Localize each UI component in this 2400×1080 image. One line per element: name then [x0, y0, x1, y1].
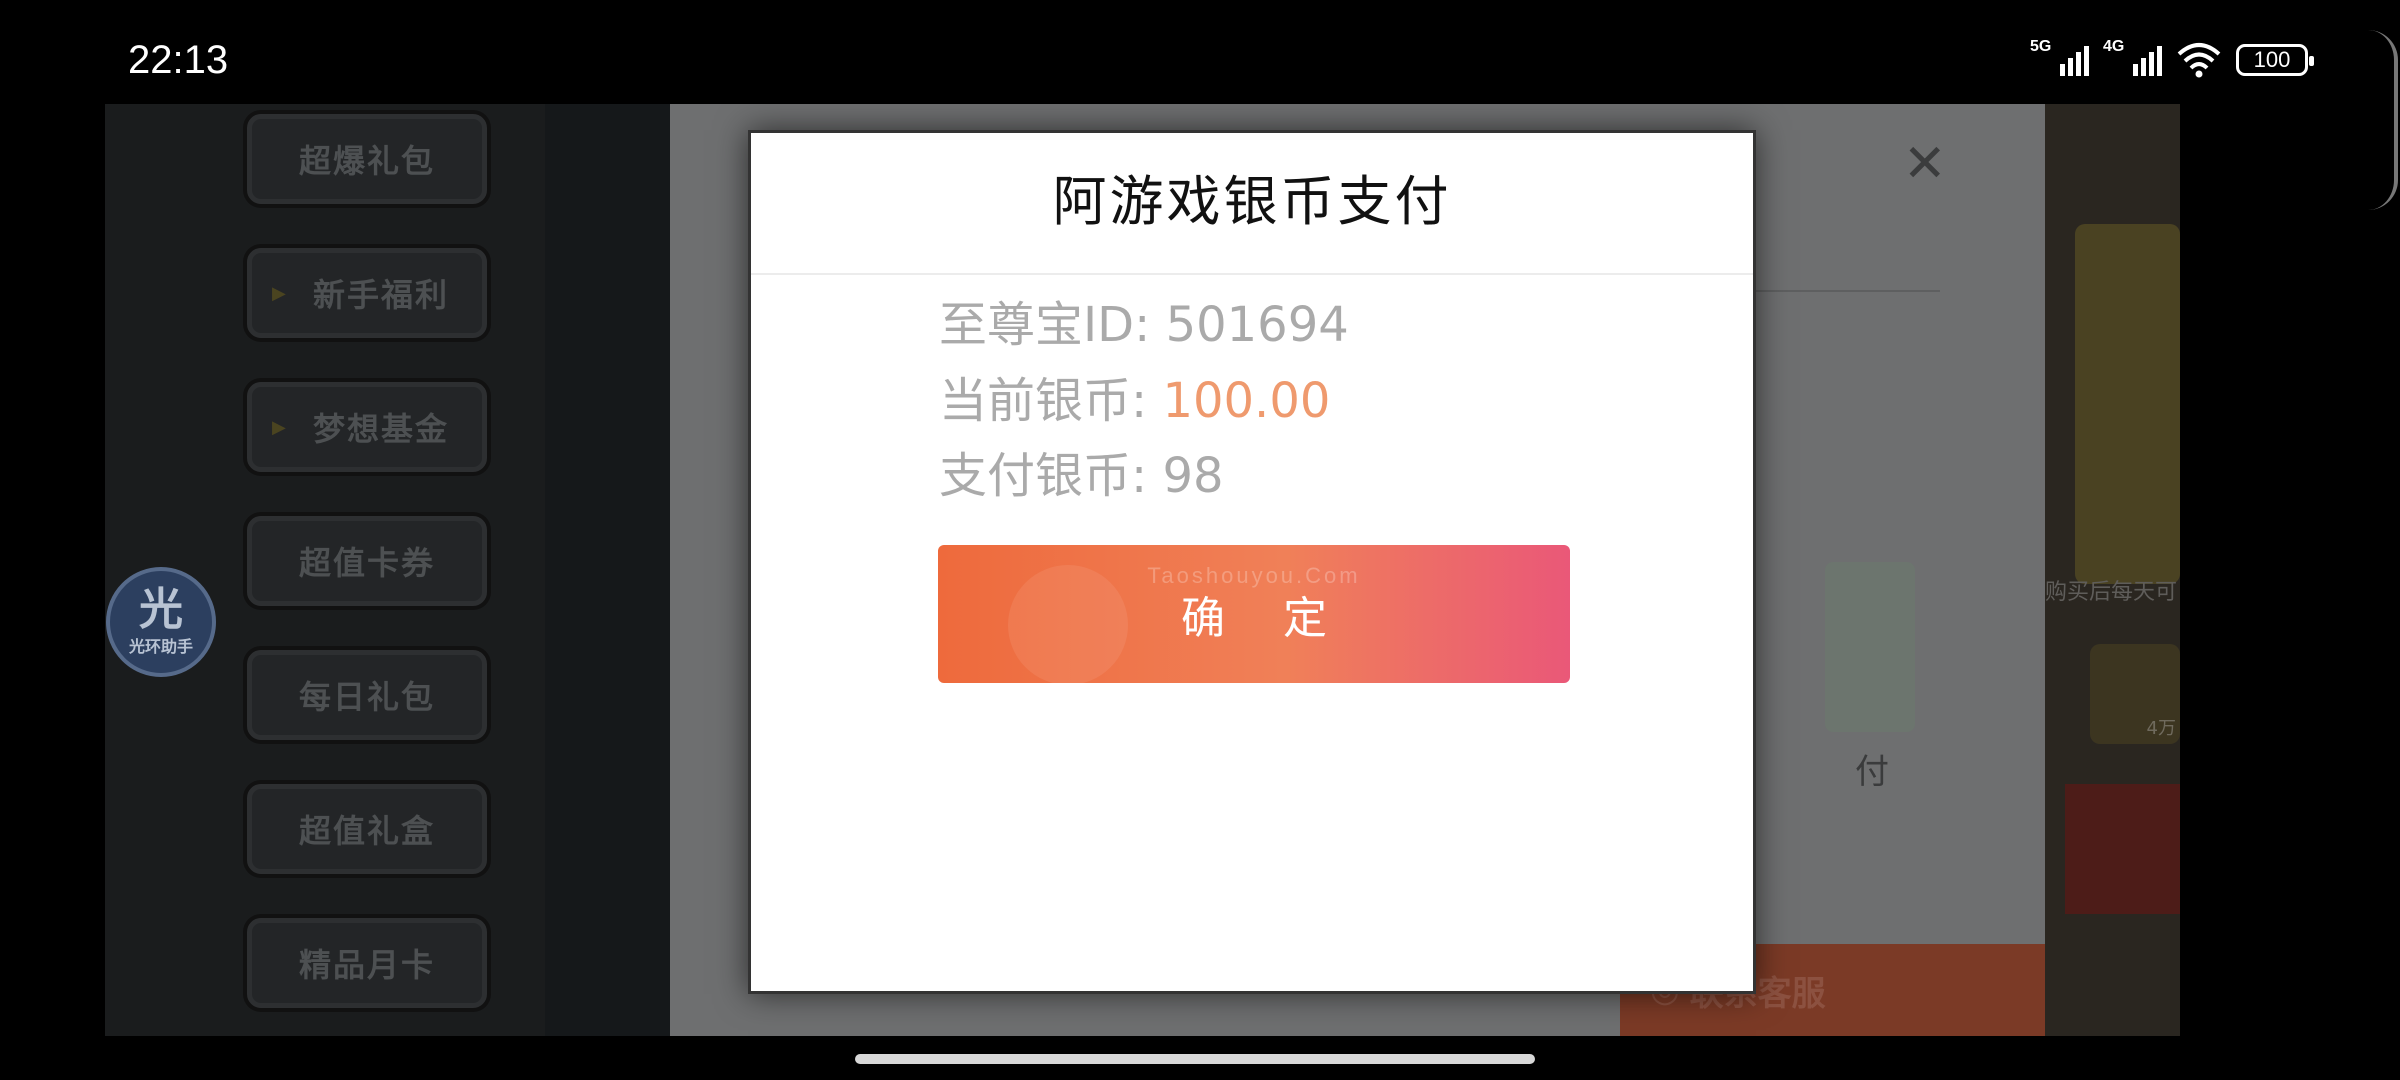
side-menu-label: 超值卡券	[298, 544, 435, 582]
coin-count: 4万	[2146, 718, 2176, 739]
arrow-right-icon: ▶	[272, 416, 288, 438]
balance-label: 当前银币:	[939, 373, 1163, 429]
divider	[751, 273, 1753, 275]
side-menu-item-monthly-card[interactable]: 精品月卡	[247, 918, 487, 1008]
dialog-title: 阿游戏银币支付	[1052, 170, 1452, 233]
account-id-row: 至尊宝ID: 501694	[939, 285, 1349, 355]
helper-logo-icon: 光	[139, 584, 183, 635]
payment-option-label: 付	[1855, 752, 1889, 792]
side-menu-label: 每日礼包	[298, 678, 435, 716]
side-menu-label: 精品月卡	[298, 946, 435, 984]
side-menu-item-super-pack[interactable]: 超爆礼包	[247, 114, 487, 204]
payment-amount-label: 支付银币:	[939, 448, 1163, 504]
side-menu-label: 超值礼盒	[298, 812, 435, 850]
battery-level: 100	[2253, 47, 2291, 72]
side-menu-item-newbie[interactable]: ▶ 新手福利	[247, 248, 487, 338]
payment-amount-row: 支付银币: 98	[939, 436, 1224, 506]
balance-value: 100.00	[1162, 373, 1331, 429]
side-menu-item-dream-fund[interactable]: ▶ 梦想基金	[247, 382, 487, 472]
close-icon[interactable]: ✕	[1903, 134, 1947, 194]
promo-caption: 购买后每天可	[2045, 580, 2178, 605]
cellular-5g-icon: 5G	[2030, 38, 2089, 76]
promo-card-image	[2075, 224, 2180, 584]
status-time: 22:13	[128, 38, 229, 82]
arrow-right-icon: ▶	[272, 282, 288, 304]
status-icons: 5G 4G 100	[2030, 38, 2314, 78]
side-menu-label: 梦想基金	[312, 410, 449, 448]
payment-option-tile[interactable]	[1825, 562, 1915, 732]
side-menu-label: 新手福利	[312, 276, 449, 314]
account-id-value: 501694	[1165, 297, 1349, 353]
battery-icon: 100	[2236, 44, 2314, 76]
side-menu-label: 超爆礼包	[298, 142, 435, 180]
promo-panel: 购买后每天可 4万	[2045, 104, 2180, 1036]
network-label-4g: 4G	[2103, 38, 2125, 55]
edge-scroll-indicator	[2368, 30, 2398, 210]
account-id-label: 至尊宝ID:	[939, 297, 1166, 353]
confirm-button-label: 确 定	[1181, 593, 1349, 644]
silver-coin-payment-dialog: 阿游戏银币支付 至尊宝ID: 501694 当前银币: 100.00 支付银币:…	[748, 130, 1756, 994]
side-menu-item-daily-pack[interactable]: 每日礼包	[247, 650, 487, 740]
payment-amount-value: 98	[1162, 448, 1224, 504]
screen: 22:13 5G 4G 100 超爆礼包 ▶ 新手福利 ▶ 梦想基金 超值卡券 每日…	[0, 0, 2400, 1080]
wifi-icon	[2177, 43, 2221, 78]
cellular-4g-icon: 4G	[2103, 38, 2162, 76]
helper-label: 光环助手	[128, 637, 193, 656]
confirm-button[interactable]: Taoshouyou.Com 确 定	[938, 545, 1570, 683]
side-menu-item-coupons[interactable]: 超值卡券	[247, 516, 487, 606]
coin-reward-icon: 4万	[2090, 644, 2180, 744]
floating-helper-button[interactable]: 光 光环助手	[106, 567, 216, 677]
promo-red-banner	[2065, 784, 2180, 914]
side-menu-item-gift-box[interactable]: 超值礼盒	[247, 784, 487, 874]
balance-row: 当前银币: 100.00	[939, 361, 1330, 431]
network-label-5g: 5G	[2030, 38, 2052, 55]
home-indicator[interactable]	[855, 1054, 1535, 1064]
